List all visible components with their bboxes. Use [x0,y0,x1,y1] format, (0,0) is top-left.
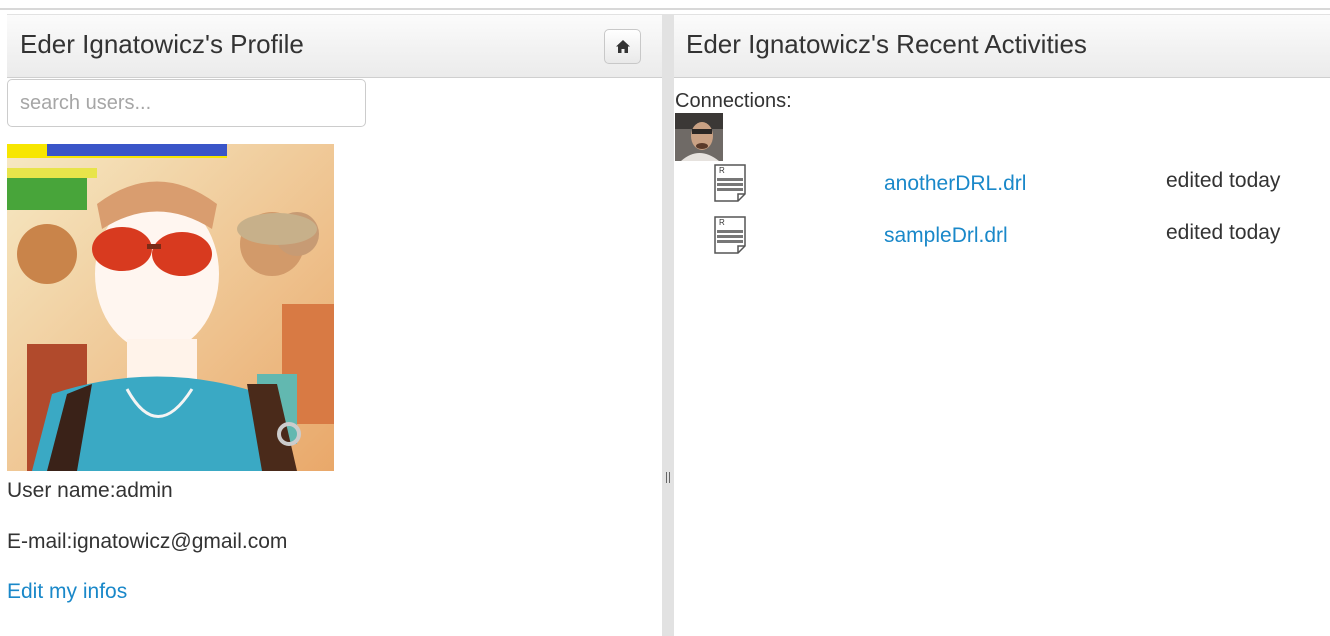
home-button[interactable] [604,29,641,64]
connections-label: Connections: [675,90,792,112]
file-link-anotherdrl[interactable]: anotherDRL.drl [884,172,1026,196]
rule-file-icon: R [714,216,746,254]
file-link-sampledrl[interactable]: sampleDrl.drl [884,224,1008,248]
activities-panel-header: Eder Ignatowicz's Recent Activities [674,14,1330,78]
search-users-input[interactable] [7,79,366,127]
user-name-text: User name:admin [7,479,173,502]
rule-file-icon: R [714,164,746,202]
top-border [0,0,1330,10]
profile-panel-header: Eder Ignatowicz's Profile [7,14,662,78]
panel-splitter[interactable] [662,14,674,636]
connection-avatar[interactable] [675,113,723,161]
edit-my-infos-link[interactable]: Edit my infos [7,580,127,604]
svg-text:R: R [719,218,725,227]
activity-row: R sampleDrl.drl edited today [674,216,1330,256]
activity-status-text: edited today [1166,169,1281,192]
profile-panel: Eder Ignatowicz's Profile search users..… [7,14,662,636]
recent-activities-panel: Eder Ignatowicz's Recent Activities Conn… [674,14,1330,636]
home-icon [615,40,630,53]
activity-status-text: edited today [1166,221,1281,244]
svg-text:R: R [719,166,725,175]
activities-panel-title: Eder Ignatowicz's Recent Activities [686,29,1087,59]
profile-panel-title: Eder Ignatowicz's Profile [20,29,304,59]
profile-photo [7,144,334,471]
email-text: E-mail:ignatowicz@gmail.com [7,530,288,553]
splitter-grip-icon[interactable] [666,472,670,483]
activity-row: R anotherDRL.drl edited today [674,164,1330,204]
